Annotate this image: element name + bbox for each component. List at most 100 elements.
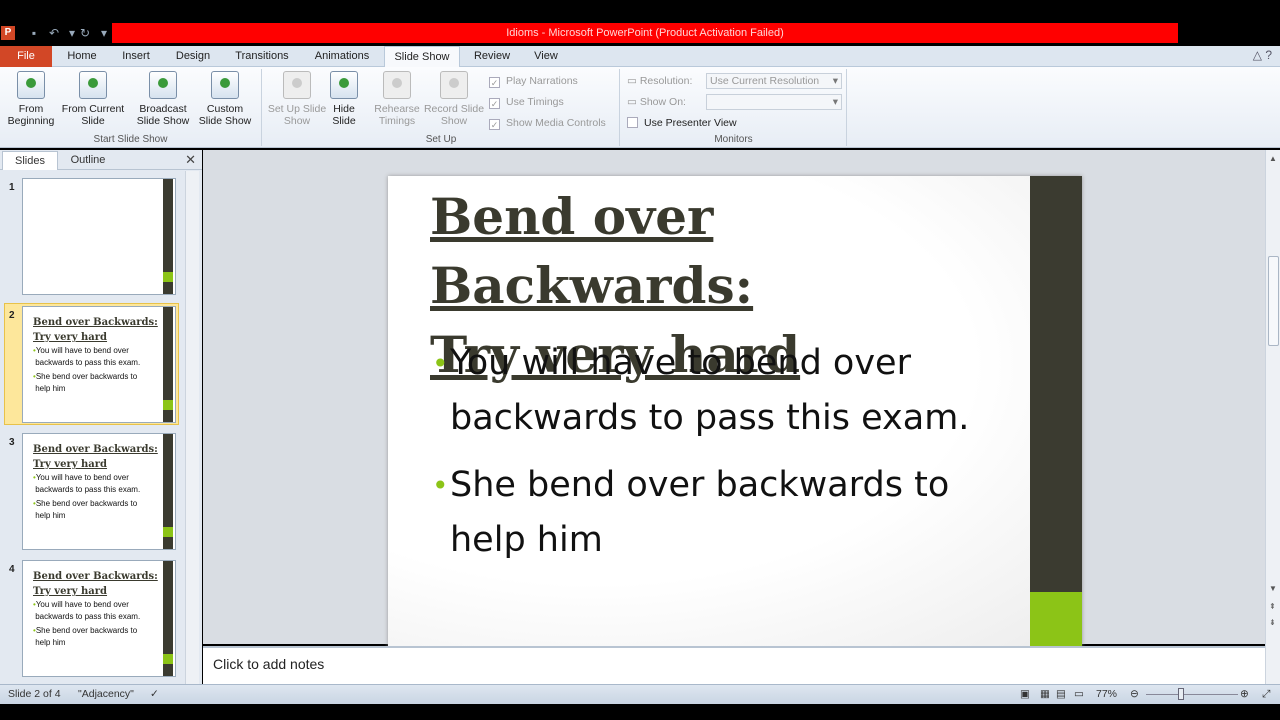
- fit-to-window-icon[interactable]: ⤢: [1262, 688, 1270, 701]
- slideshow-view-icon[interactable]: ▭: [1074, 688, 1084, 700]
- thumbnail-bullet: •She bend over backwards to help him: [33, 499, 138, 520]
- thumbnail-bullet: •You will have to bend over backwards to…: [33, 600, 141, 621]
- redo-icon[interactable]: ↻: [77, 25, 93, 41]
- custom-slide-show-button[interactable]: Custom Slide Show: [194, 71, 256, 127]
- vertical-scrollbar[interactable]: ▲ ▼ ⇞ ⇟: [1265, 150, 1280, 684]
- from-beginning-button[interactable]: From Beginning: [2, 71, 60, 127]
- use-timings-checkbox[interactable]: ✓ Use Timings: [489, 94, 564, 110]
- thumbnail-title: Bend over Backwards: Try very hard: [33, 571, 158, 597]
- notes-placeholder: Click to add notes: [213, 656, 325, 672]
- thumbnail-green-block: [163, 272, 173, 282]
- play-narrations-checkbox[interactable]: ✓ Play Narrations: [489, 73, 578, 89]
- thumbnail-title: Bend over Backwards: Try very hard: [33, 317, 158, 343]
- tab-outline[interactable]: Outline: [58, 151, 118, 170]
- previous-slide-icon[interactable]: ⇞: [1269, 602, 1276, 611]
- slide-thumbnail-4[interactable]: Bend over Backwards: Try very hard •You w…: [22, 560, 176, 677]
- setup-group: Set Up Slide Show Hide Slide Rehearse Ti…: [263, 69, 620, 146]
- show-media-controls-checkbox[interactable]: ✓ Show Media Controls: [489, 115, 606, 131]
- zoom-level[interactable]: 77%: [1096, 688, 1117, 700]
- normal-view-icon[interactable]: ▣: [1020, 688, 1030, 700]
- tab-slide-show[interactable]: Slide Show: [384, 46, 460, 68]
- status-bar: Slide 2 of 4 "Adjacency" ✓ ▣ ▦ ▤ ▭ 77% ⊖…: [0, 684, 1280, 704]
- slides-panel: Slides Outline ✕ 1 2 Bend over Backwards…: [0, 150, 202, 684]
- slide-thumbnail-2[interactable]: Bend over Backwards: Try very hard •You w…: [22, 306, 176, 423]
- presenter-view-checkbox[interactable]: Use Presenter View: [627, 115, 737, 131]
- zoom-in-icon[interactable]: ⊕: [1240, 688, 1249, 700]
- hide-slide-button[interactable]: Hide Slide: [325, 71, 363, 127]
- tab-review[interactable]: Review: [466, 46, 518, 67]
- check-icon: ✓: [489, 77, 500, 88]
- slide-position: Slide 2 of 4: [8, 688, 61, 700]
- record-icon: [440, 71, 468, 99]
- thumbnail-green-block: [163, 527, 173, 537]
- window-title-strip: Idioms - Microsoft PowerPoint (Product A…: [112, 23, 1178, 43]
- setup-icon: [283, 71, 311, 99]
- start-slide-show-label: Start Slide Show: [93, 134, 168, 145]
- thumbnail-number: 3: [9, 437, 15, 448]
- checkbox-icon: [627, 117, 638, 128]
- slide-thumbnail-3[interactable]: Bend over Backwards: Try very hard •You w…: [22, 433, 176, 550]
- from-current-slide-button[interactable]: From Current Slide: [60, 71, 126, 127]
- broadcast-slide-show-button[interactable]: Broadcast Slide Show: [134, 71, 192, 127]
- tab-file[interactable]: File: [0, 46, 52, 67]
- undo-icon[interactable]: ↶: [46, 25, 62, 41]
- record-slide-show-button[interactable]: Record Slide Show: [423, 71, 485, 127]
- powerpoint-logo-icon: P: [1, 26, 15, 40]
- show-on-label: ▭ Show On:: [627, 96, 686, 108]
- scroll-down-icon[interactable]: ▼: [1269, 584, 1277, 593]
- panel-tabs: Slides Outline ✕: [0, 150, 202, 170]
- next-slide-icon[interactable]: ⇟: [1269, 618, 1276, 627]
- customize-toolbar-icon[interactable]: ▾: [96, 25, 112, 41]
- tab-insert[interactable]: Insert: [114, 46, 158, 67]
- slide-bullet-1[interactable]: • You will have to bend over backwards t…: [432, 336, 1022, 446]
- set-up-slide-show-button[interactable]: Set Up Slide Show: [267, 71, 327, 127]
- tab-slides[interactable]: Slides: [2, 151, 58, 170]
- slide-sorter-icon[interactable]: ▦: [1040, 688, 1050, 700]
- slide-canvas[interactable]: Bend over Backwards: Try very hard • You…: [388, 176, 1082, 646]
- thumbnail-title: Bend over Backwards: Try very hard: [33, 444, 158, 470]
- rehearse-timings-button[interactable]: Rehearse Timings: [371, 71, 423, 127]
- slide-dark-bar: [1030, 176, 1082, 646]
- check-icon: ✓: [489, 98, 500, 109]
- resolution-label: ▭ Resolution:: [627, 75, 693, 87]
- monitors-group: ▭ Resolution: Use Current Resolution ▭ S…: [621, 69, 847, 146]
- reading-view-icon[interactable]: ▤: [1056, 688, 1066, 700]
- title-bar: P ▪ ↶ ▾ ↻ ▾ Idioms - Microsoft PowerPoin…: [0, 0, 1280, 46]
- save-icon[interactable]: ▪: [26, 25, 42, 41]
- zoom-out-icon[interactable]: ⊖: [1130, 688, 1139, 700]
- help-icon[interactable]: △ ?: [1253, 48, 1272, 62]
- close-icon[interactable]: ✕: [185, 152, 196, 168]
- theme-name: "Adjacency": [78, 688, 134, 700]
- bullet-icon: •: [432, 469, 449, 502]
- spell-check-icon[interactable]: ✓: [150, 688, 159, 700]
- thumbnail-green-block: [163, 654, 173, 664]
- thumbnail-number: 2: [9, 310, 15, 321]
- stopwatch-icon: [383, 71, 411, 99]
- monitor-icon: ▭: [627, 96, 640, 108]
- screen-border: [0, 704, 1280, 720]
- tab-design[interactable]: Design: [170, 46, 216, 67]
- tab-home[interactable]: Home: [60, 46, 104, 67]
- play-slide-icon: [17, 71, 45, 99]
- ribbon-tabs: File Home Insert Design Transitions Anim…: [0, 46, 1280, 68]
- tab-animations[interactable]: Animations: [306, 46, 378, 67]
- slides-panel-scrollbar[interactable]: [185, 171, 199, 684]
- thumbnail-bullet: •She bend over backwards to help him: [33, 626, 138, 647]
- show-on-dropdown[interactable]: [706, 94, 842, 110]
- scroll-up-icon[interactable]: ▲: [1269, 154, 1277, 163]
- scrollbar-thumb[interactable]: [1268, 256, 1279, 346]
- slide-bullet-2[interactable]: • She bend over backwards to help him: [432, 458, 1022, 568]
- zoom-slider-knob[interactable]: [1178, 688, 1184, 700]
- notes-pane[interactable]: Click to add notes: [203, 646, 1265, 684]
- tab-view[interactable]: View: [526, 46, 566, 67]
- monitor-icon: ▭: [627, 75, 640, 87]
- resolution-dropdown[interactable]: Use Current Resolution: [706, 73, 842, 89]
- zoom-slider[interactable]: [1146, 694, 1238, 695]
- bullet-icon: •: [432, 347, 449, 380]
- window-title: Idioms - Microsoft PowerPoint (Product A…: [506, 27, 784, 39]
- start-slide-show-group: From Beginning From Current Slide Broadc…: [0, 69, 262, 146]
- monitors-label: Monitors: [714, 134, 753, 145]
- slide-thumbnail-1[interactable]: [22, 178, 176, 295]
- tab-transitions[interactable]: Transitions: [228, 46, 296, 67]
- thumbnail-bullet: •You will have to bend over backwards to…: [33, 473, 141, 494]
